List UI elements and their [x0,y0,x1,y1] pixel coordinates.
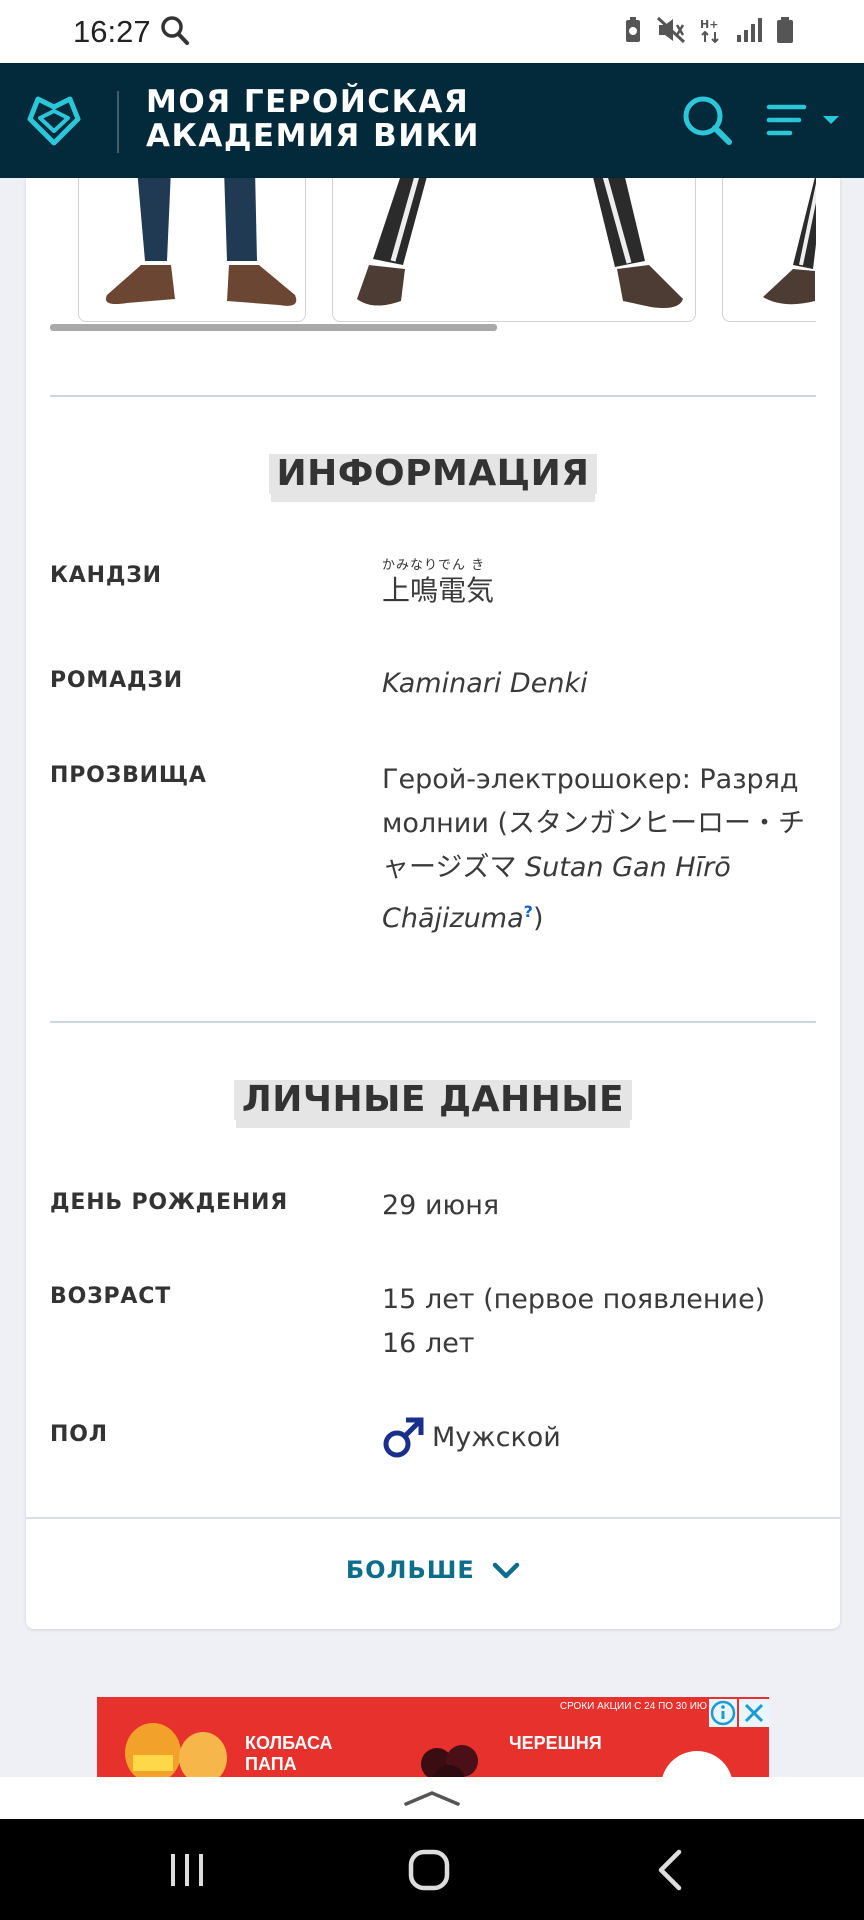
more-divider [26,1517,840,1519]
browser-bottom-bar [0,1777,864,1819]
back-icon[interactable] [655,1848,685,1892]
portable-infobox: ИНФОРМАЦИЯ КАНДЗИ かみなりでん き 上鳴電気 РОМАДЗИ … [26,178,840,1629]
gallery-image-2[interactable] [332,178,696,322]
site-header: МОЯ ГЕРОЙСКАЯ АКАДЕМИЯ ВИКИ [0,63,864,178]
male-symbol-icon [383,1417,424,1458]
kanji-value: かみなりでん き 上鳴電気 [382,558,822,609]
ad-text-2: ЧЕРЕШНЯ [509,1733,602,1753]
system-navigation-bar [0,1819,864,1920]
nicknames-value: Герой-электрошокер: Разряд молнии (スタンガン… [382,758,822,941]
status-time: 16:27 [73,14,151,49]
section-divider [50,395,816,397]
gallery-image-3[interactable] [722,178,816,322]
age-line-2: 16 лет [382,1328,475,1359]
age-value: 15 лет (первое появление) 16 лет [382,1278,822,1366]
ad-cherry-image [421,1745,478,1777]
battery-icon [777,17,793,43]
gallery-scrollbar[interactable] [50,324,497,331]
status-bar: 16:27 H+ [0,0,864,63]
recent-apps-icon[interactable] [167,1850,207,1890]
kanji-furigana: かみなりでん き [382,558,486,573]
search-icon[interactable] [682,95,734,151]
ad-text-1: КОЛБАСА ПАПА [245,1733,333,1774]
menu-icon[interactable] [766,103,846,147]
birthday-value: 29 июня [382,1190,500,1221]
nicknames-label: ПРОЗВИЩА [50,763,207,788]
status-search-icon [160,15,190,51]
chevron-down-icon [492,1562,520,1579]
more-button[interactable]: БОЛЬШЕ [26,1556,840,1584]
personal-section-title: ЛИЧНЫЕ ДАННЫЕ [233,1080,633,1120]
help-link[interactable]: ? [524,902,533,921]
kanji-label: КАНДЗИ [50,563,162,588]
info-section-heading: ИНФОРМАЦИЯ [26,454,840,494]
status-icons: H+ [624,16,794,44]
age-line-1: 15 лет (первое появление) [382,1284,766,1315]
gender-value: Мужской [382,1416,822,1460]
ad-logo-image [662,1751,732,1777]
home-icon[interactable] [407,1848,451,1892]
more-button-label: БОЛЬШЕ [345,1556,475,1584]
age-label: ВОЗРАСТ [50,1284,172,1309]
ad-product-image [125,1723,227,1777]
nicknames-suffix: ) [532,903,544,934]
data-icon: H+ [700,18,719,44]
kanji-text: 上鳴電気 [382,574,495,607]
birthday-label: ДЕНЬ РОЖДЕНИЯ [50,1190,289,1215]
romaji-label: РОМАДЗИ [50,668,183,693]
ad-top-text: СРОКИ АКЦИИ С 24 ПО 30 ИЮ [559,1701,707,1712]
battery-saver-icon [626,17,640,42]
mute-icon [656,16,686,44]
wiki-title[interactable]: МОЯ ГЕРОЙСКАЯ АКАДЕМИЯ ВИКИ [146,85,686,153]
chevron-up-icon[interactable] [402,1786,462,1810]
gender-text: Мужской [432,1422,561,1453]
header-divider [117,91,119,153]
section-divider [50,1021,816,1023]
gallery-image-1[interactable] [78,178,306,322]
ad-info-icon[interactable] [709,1699,737,1727]
ad-close-icon[interactable] [739,1699,769,1727]
gender-label: ПОЛ [50,1422,108,1447]
image-gallery[interactable] [50,178,816,333]
heart-diamond-logo-icon[interactable] [24,89,84,153]
romaji-value: Kaminari Denki [382,668,588,699]
personal-section-heading: ЛИЧНЫЕ ДАННЫЕ [26,1080,840,1120]
signal-icon [737,18,762,42]
advertisement-banner[interactable]: СРОКИ АКЦИИ С 24 ПО 30 ИЮ КОЛБАСА ПАПА Ч… [97,1697,769,1777]
svg-text:H+: H+ [700,18,718,31]
info-section-title: ИНФОРМАЦИЯ [268,454,598,494]
